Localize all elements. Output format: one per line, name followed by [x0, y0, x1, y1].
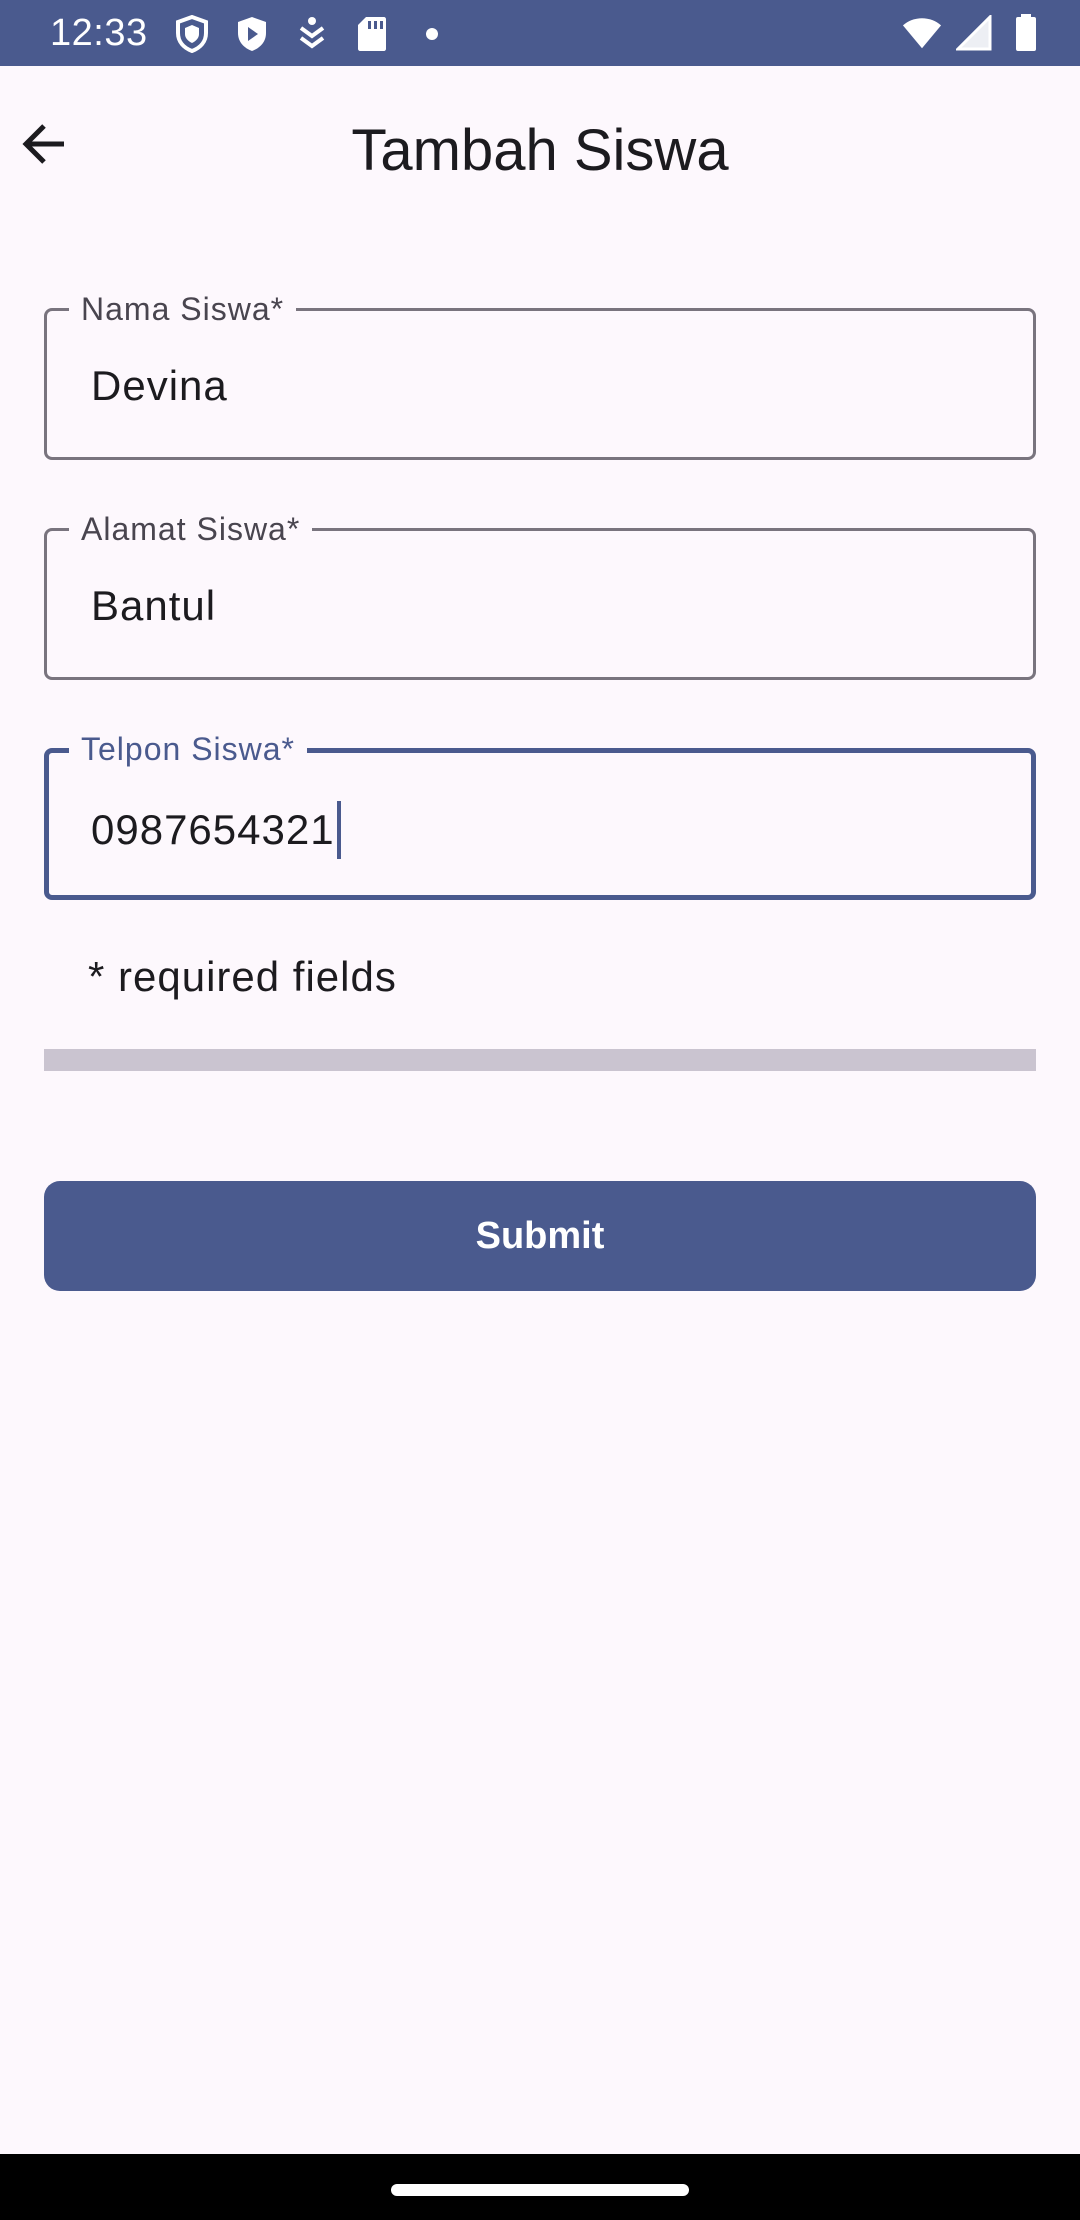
shield-icon	[172, 14, 212, 54]
alamat-siswa-label: Alamat Siswa*	[69, 511, 313, 547]
app-bar: Tambah Siswa	[0, 66, 1080, 246]
play-protect-icon	[232, 14, 272, 54]
accessibility-download-icon	[292, 14, 332, 54]
submit-button[interactable]: Submit	[44, 1181, 1036, 1291]
sd-card-icon	[352, 14, 392, 54]
telpon-siswa-value: 0987654321	[91, 806, 335, 853]
home-indicator[interactable]	[391, 2184, 689, 2196]
signal-icon	[954, 13, 994, 53]
battery-icon	[1006, 13, 1046, 53]
progress-indicator	[44, 1049, 1036, 1071]
nama-siswa-label: Nama Siswa*	[69, 291, 297, 327]
alamat-siswa-field[interactable]: Alamat Siswa* Bantul	[44, 511, 1036, 680]
navigation-bar	[0, 2154, 1080, 2220]
text-cursor	[336, 801, 341, 859]
required-fields-note: * required fields	[88, 953, 397, 1000]
nama-siswa-field[interactable]: Nama Siswa* Devina	[44, 291, 1036, 460]
alamat-siswa-value[interactable]: Bantul	[91, 581, 216, 631]
status-time: 12:33	[50, 12, 148, 54]
telpon-siswa-label: Telpon Siswa*	[69, 731, 307, 767]
page-title: Tambah Siswa	[351, 118, 729, 183]
status-bar: 12:33	[0, 0, 1080, 66]
wifi-icon	[902, 13, 942, 53]
status-icons-right	[902, 13, 1046, 53]
telpon-siswa-input[interactable]: 0987654321	[91, 801, 341, 859]
telpon-siswa-field[interactable]: Telpon Siswa* 0987654321	[44, 731, 1036, 900]
dot-icon	[412, 14, 452, 54]
nama-siswa-value[interactable]: Devina	[91, 361, 228, 411]
status-icons-left	[172, 14, 452, 54]
